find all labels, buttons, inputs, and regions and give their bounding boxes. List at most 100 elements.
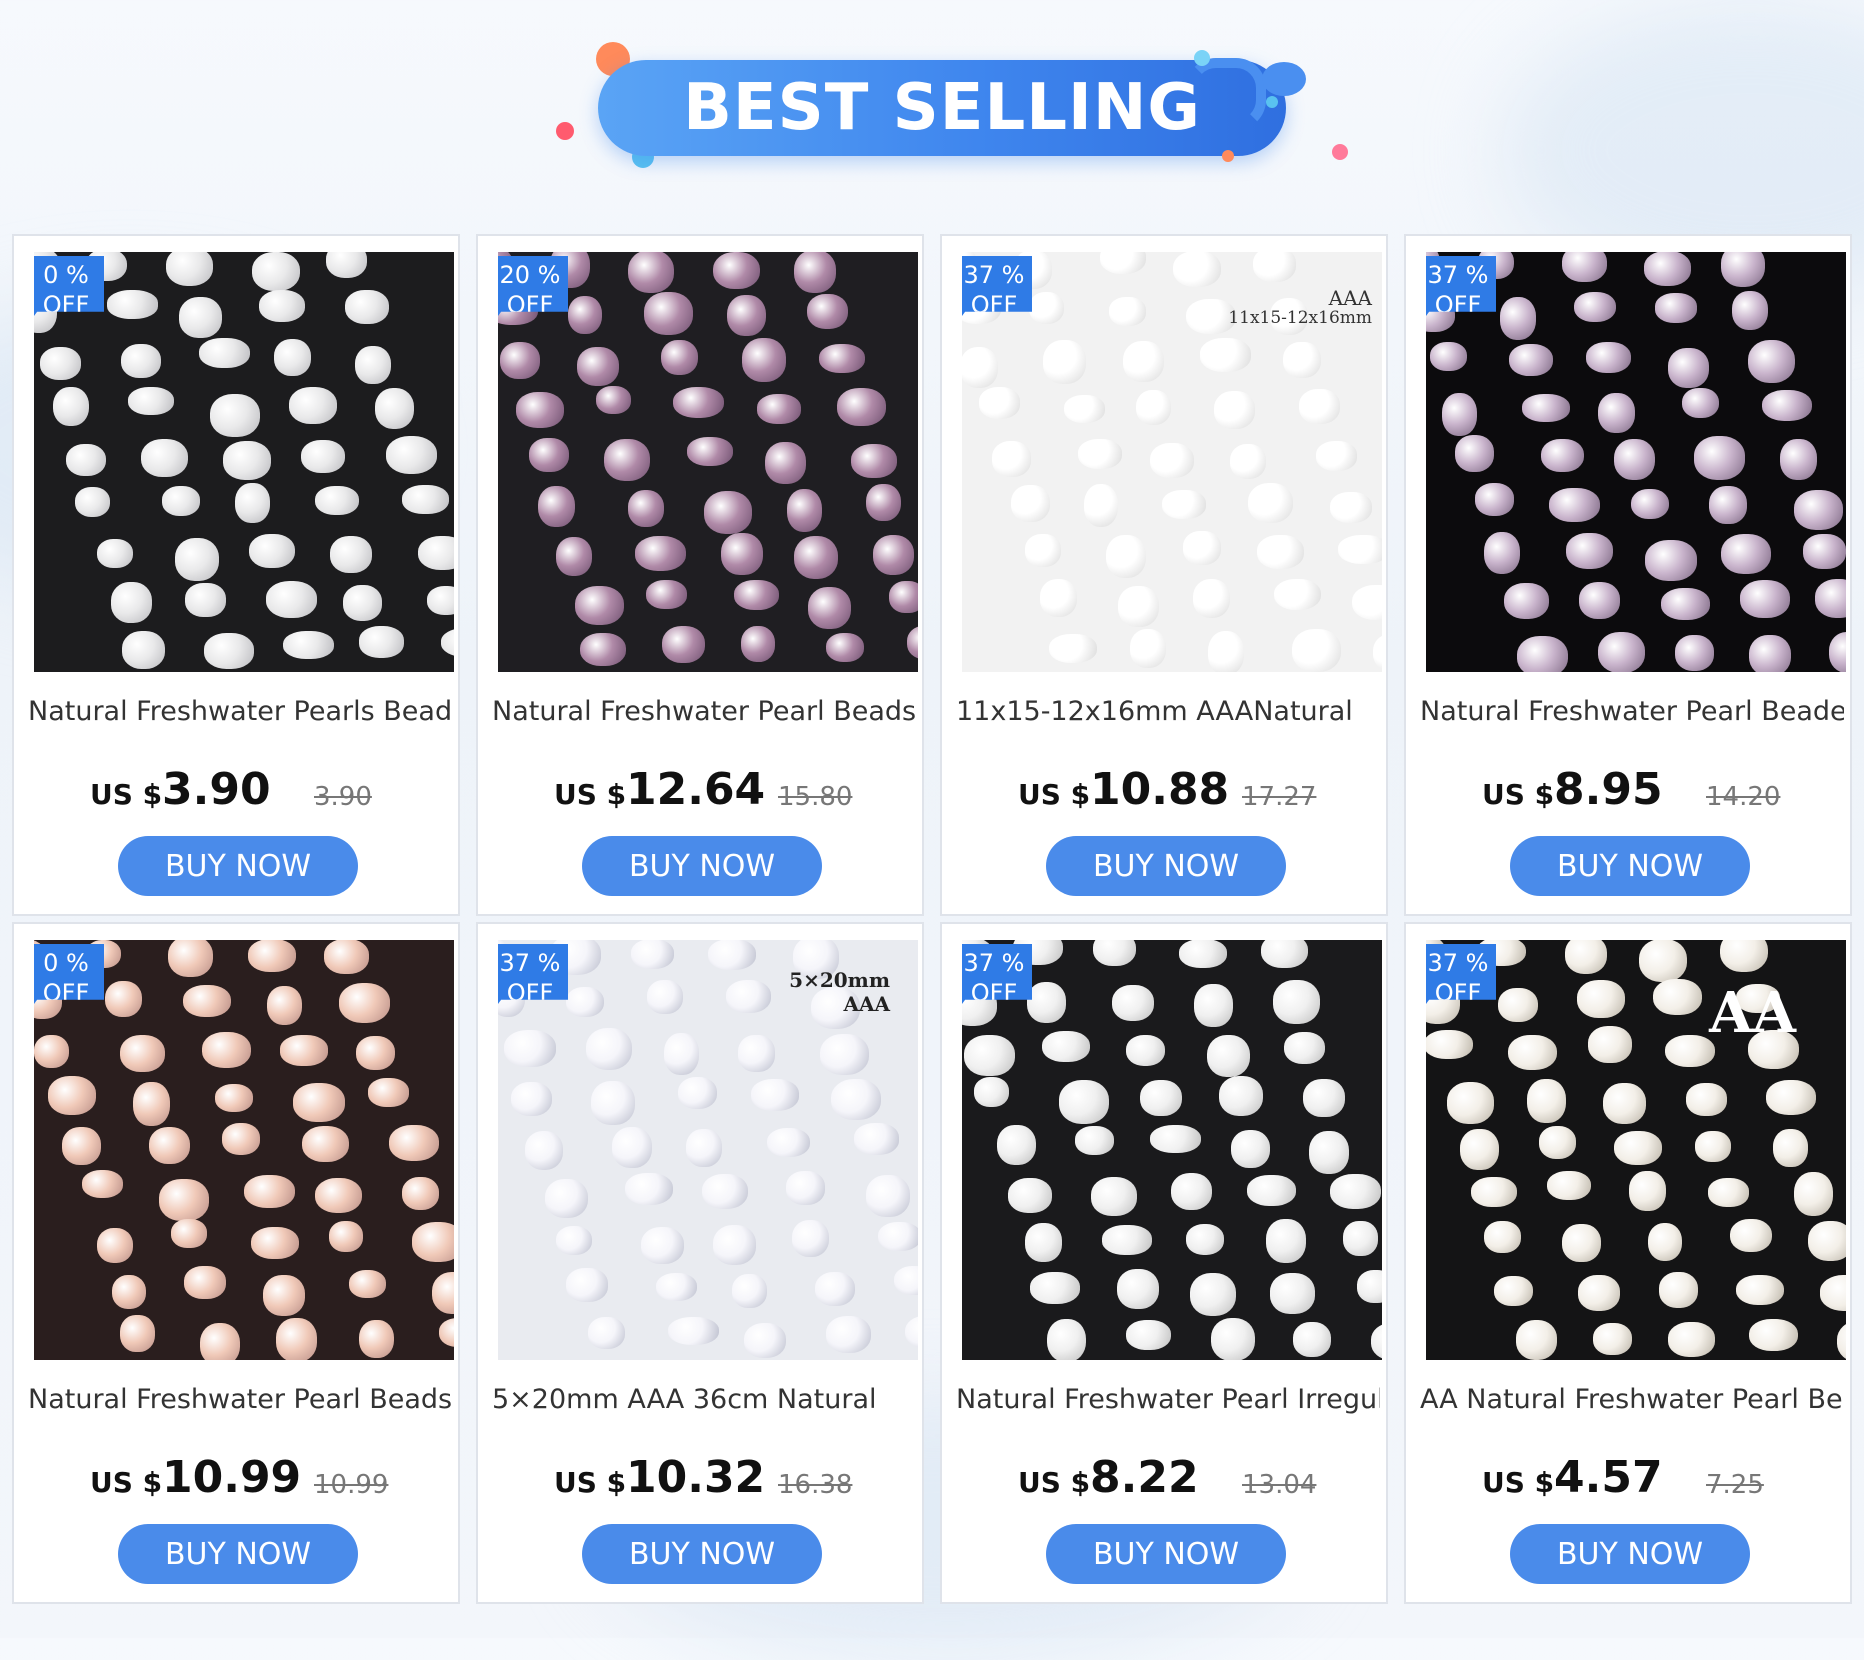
product-card[interactable]: 37 % OFF Natural Freshwater Pearl Beaded US… [1404,234,1852,916]
pearl-bead [267,985,303,1025]
pearl-bead [1562,1223,1602,1262]
pearl-bead [499,341,540,379]
pearl-bead [1170,1172,1213,1211]
pearl-bead [575,585,624,625]
pearl-bead [1371,1323,1382,1360]
product-image[interactable]: 0 % OFF [34,252,454,672]
pearl-bead [1517,635,1568,672]
pearl-bead [826,1315,872,1353]
product-card[interactable]: AAA 11x15-12x16mm 37 % OFF 11x15-12x16mm AAA… [940,234,1388,916]
pearl-bead [1780,439,1817,481]
pearl-bead [793,535,839,579]
pearl-bead [1562,252,1608,282]
pearl-bead [577,347,619,387]
pearl-bead [66,443,106,477]
discount-percent: 37 % [963,261,1025,289]
pearl-bead [1579,582,1621,619]
pearl-bead [128,386,175,416]
pearl-bead [359,1319,395,1359]
pearl-bead [1576,979,1625,1018]
pearl-bead [1041,1031,1090,1063]
pearl-bead [1135,389,1171,426]
pearl-bead [1299,388,1340,424]
pearl-bead [1352,585,1382,621]
buy-now-button[interactable]: BUY NOW [118,1524,358,1584]
pearl-bead [647,979,684,1015]
original-price: 3.90 [314,782,372,812]
buy-now-button[interactable]: BUY NOW [118,836,358,896]
buy-now-button[interactable]: BUY NOW [1046,1524,1286,1584]
product-image[interactable]: 37 % OFF [962,940,1382,1360]
pearl-bead [997,1124,1036,1166]
sale-price: 8.95 [1554,764,1663,815]
pearl-bead [111,582,153,623]
buy-now-button[interactable]: BUY NOW [1046,836,1286,896]
pearl-bead [1043,340,1087,385]
pearl-bead [1200,338,1252,372]
pearl-bead [1494,1275,1534,1306]
pearl-bead [1664,1034,1715,1068]
product-title[interactable]: AA Natural Freshwater Pearl Bead [1420,1384,1844,1420]
product-title[interactable]: Natural Freshwater Pearl Beads [492,696,916,732]
product-card[interactable]: AA 37 % OFF AA Natural Freshwater Pearl Bea… [1404,922,1852,1604]
original-price: 10.99 [314,1470,389,1500]
pearl-bead [402,1176,440,1210]
product-card[interactable]: 37 % OFF Natural Freshwater Pearl Irregula… [940,922,1388,1604]
pearl-bead [148,1126,191,1165]
pearl-bead [611,1126,653,1168]
product-title[interactable]: Natural Freshwater Pearls Beaded [28,696,452,732]
pearl-bead [974,1076,1010,1107]
pearl-bead [251,1226,299,1259]
pearl-bead [168,940,213,978]
pearl-bead [1101,1225,1152,1256]
pearl-bead [141,439,189,478]
buy-now-button[interactable]: BUY NOW [582,1524,822,1584]
banner-title: BEST SELLING [683,71,1201,145]
pearl-bead [591,1080,635,1125]
pearl-bead [1693,435,1745,480]
pearl-bead [1149,1124,1201,1153]
pearl-bead [641,1227,685,1265]
pearl-bead [426,586,454,615]
pearl-bead [1091,1176,1137,1216]
pearl-bead [289,387,337,425]
product-card[interactable]: 0 % OFF Natural Freshwater Pearls Beaded US… [12,234,460,916]
pearl-bead [644,292,693,335]
product-title[interactable]: Natural Freshwater Pearl Beads [28,1384,452,1420]
pearl-bead [185,583,226,617]
pearl-bead [1430,341,1467,371]
pearl-bead [1597,632,1646,672]
product-card[interactable]: 20 % OFF Natural Freshwater Pearl Beads US … [476,234,924,916]
buy-now-button[interactable]: BUY NOW [582,836,822,896]
product-image[interactable]: 5×20mm AAA 37 % OFF [498,940,918,1360]
pearl-bead [627,490,665,527]
pearl-bead [96,1227,134,1264]
product-title[interactable]: Natural Freshwater Pearl Beaded [1420,696,1844,732]
price-currency: US $ [90,778,163,811]
buy-now-button[interactable]: BUY NOW [1510,1524,1750,1584]
product-image[interactable]: 37 % OFF [1426,252,1846,672]
product-title[interactable]: Natural Freshwater Pearl Irregular [956,1384,1380,1420]
product-image[interactable]: 0 % OFF [34,940,454,1360]
pearl-bead [1808,1220,1846,1261]
pearl-bead [441,628,454,658]
pearl-bead [686,437,733,466]
product-title[interactable]: 11x15-12x16mm AAANatural [956,696,1380,732]
pearl-bead [702,1173,749,1210]
pearl-bead [721,532,763,575]
sale-price: 12.64 [626,764,766,815]
pearl-bead [1483,532,1521,575]
product-title[interactable]: 5×20mm AAA 36cm Natural [492,1384,916,1420]
pearl-bead [1773,1129,1809,1168]
product-card[interactable]: 5×20mm AAA 37 % OFF 5×20mm AAA 36cm Natural U… [476,922,924,1604]
discount-percent: 37 % [1427,949,1489,977]
pearl-bead [133,1081,171,1126]
buy-now-button[interactable]: BUY NOW [1510,836,1750,896]
sale-price: 10.99 [162,1452,302,1503]
product-image[interactable]: AAA 11x15-12x16mm 37 % OFF [962,252,1382,672]
pearl-bead [1210,1317,1256,1360]
product-card[interactable]: 0 % OFF Natural Freshwater Pearl Beads US $… [12,922,460,1604]
product-image[interactable]: AA 37 % OFF [1426,940,1846,1360]
product-image[interactable]: 20 % OFF [498,252,918,672]
original-price: 16.38 [778,1470,853,1500]
